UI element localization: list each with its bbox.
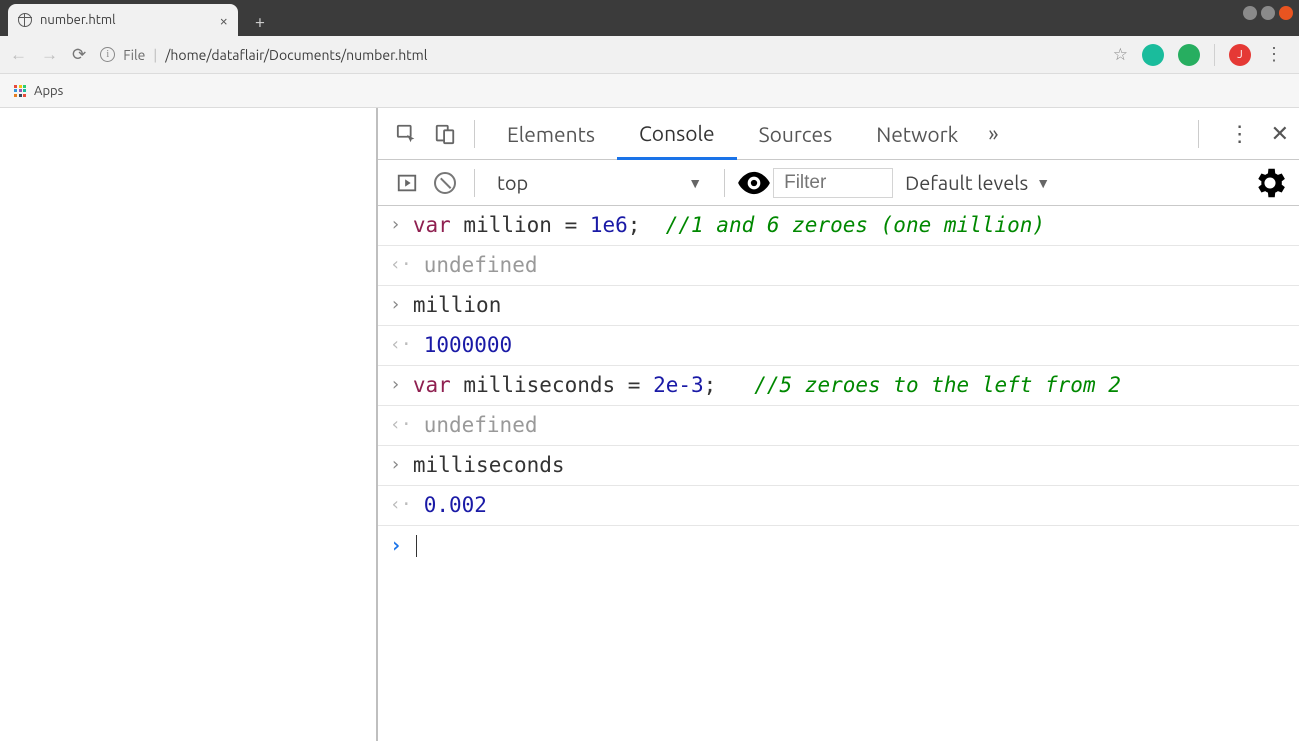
filter-input[interactable] xyxy=(773,168,893,198)
back-button[interactable]: ← xyxy=(10,45,27,65)
show-console-sidebar-icon[interactable] xyxy=(388,165,426,201)
url-field[interactable]: i File | /home/dataflair/Documents/numbe… xyxy=(100,47,1099,63)
tab-network[interactable]: Network xyxy=(854,108,980,160)
output-chevron-icon: ‹· xyxy=(390,251,412,278)
code-line: var milliseconds = 2e-3; //5 zeroes to t… xyxy=(413,371,1121,399)
page-viewport xyxy=(0,108,378,741)
output-chevron-icon: ‹· xyxy=(390,331,412,358)
levels-label: Default levels xyxy=(905,171,1028,194)
forward-button[interactable]: → xyxy=(41,45,58,65)
output-value: 0.002 xyxy=(424,491,487,519)
tab-elements[interactable]: Elements xyxy=(485,108,617,160)
browser-menu-icon[interactable]: ⋮ xyxy=(1265,44,1283,65)
url-path: /home/dataflair/Documents/number.html xyxy=(165,47,427,63)
workspace: Elements Console Sources Network » ⋮ ✕ xyxy=(0,108,1299,741)
console-input[interactable] xyxy=(414,531,417,559)
window-minimize-icon[interactable] xyxy=(1243,6,1257,20)
more-tabs-icon[interactable]: » xyxy=(988,121,998,146)
inspect-element-icon[interactable] xyxy=(388,116,426,152)
tab-title: number.html xyxy=(40,13,116,27)
divider xyxy=(474,120,475,148)
toolbar-separator xyxy=(1214,44,1215,66)
divider xyxy=(724,169,725,197)
live-expression-eye-icon[interactable] xyxy=(735,165,773,201)
tab-console[interactable]: Console xyxy=(617,108,737,160)
console-output[interactable]: › var million = 1e6; //1 and 6 zeroes (o… xyxy=(378,206,1299,741)
code-line: milliseconds xyxy=(413,451,565,479)
extension-grammarly-icon[interactable] xyxy=(1142,44,1164,66)
apps-label[interactable]: Apps xyxy=(34,84,63,98)
profile-avatar[interactable]: J xyxy=(1229,44,1251,66)
console-output-row: ‹· undefined xyxy=(378,406,1299,446)
input-chevron-icon: › xyxy=(390,451,401,478)
input-chevron-icon: › xyxy=(390,291,401,318)
divider xyxy=(1198,120,1199,148)
devtools-tabbar: Elements Console Sources Network » ⋮ ✕ xyxy=(378,108,1299,160)
console-prompt-row[interactable]: › xyxy=(378,526,1299,565)
window-controls xyxy=(1243,6,1293,20)
console-input-row: › var milliseconds = 2e-3; //5 zeroes to… xyxy=(378,366,1299,406)
output-value: undefined xyxy=(424,251,538,279)
clear-console-icon[interactable] xyxy=(426,165,464,201)
console-input-row: › milliseconds xyxy=(378,446,1299,486)
console-toolbar: top ▼ Default levels ▼ xyxy=(378,160,1299,206)
device-toolbar-icon[interactable] xyxy=(426,116,464,152)
output-chevron-icon: ‹· xyxy=(390,491,412,518)
reload-button[interactable]: ⟳ xyxy=(72,45,86,65)
code-line: million xyxy=(413,291,502,319)
new-tab-button[interactable]: + xyxy=(246,8,274,36)
apps-icon[interactable] xyxy=(14,85,26,97)
toolbar-right: ☆ J ⋮ xyxy=(1113,44,1289,66)
console-settings-gear-icon[interactable] xyxy=(1251,165,1289,201)
devtools-close-icon[interactable]: ✕ xyxy=(1271,121,1289,147)
console-output-row: ‹· 0.002 xyxy=(378,486,1299,526)
execution-context-select[interactable]: top ▼ xyxy=(485,171,714,194)
code-line: var million = 1e6; //1 and 6 zeroes (one… xyxy=(413,211,1045,239)
console-input-row: › million xyxy=(378,286,1299,326)
devtools-panel: Elements Console Sources Network » ⋮ ✕ xyxy=(378,108,1299,741)
output-value: undefined xyxy=(424,411,538,439)
input-chevron-icon: › xyxy=(390,531,402,558)
bookmark-star-icon[interactable]: ☆ xyxy=(1113,45,1128,65)
close-tab-icon[interactable]: × xyxy=(220,12,228,29)
input-chevron-icon: › xyxy=(390,211,401,238)
url-scheme: File xyxy=(123,47,145,63)
dropdown-icon: ▼ xyxy=(688,175,702,191)
browser-tabbar: number.html × + xyxy=(0,0,1299,36)
devtools-menu-icon[interactable]: ⋮ xyxy=(1229,121,1251,147)
browser-tab[interactable]: number.html × xyxy=(8,4,238,36)
input-chevron-icon: › xyxy=(390,371,401,398)
address-bar: ← → ⟳ i File | /home/dataflair/Documents… xyxy=(0,36,1299,74)
bookmarks-bar: Apps xyxy=(0,74,1299,108)
output-chevron-icon: ‹· xyxy=(390,411,412,438)
url-separator: | xyxy=(153,47,157,63)
window-close-icon[interactable] xyxy=(1279,6,1293,20)
info-icon[interactable]: i xyxy=(100,47,115,62)
dropdown-icon: ▼ xyxy=(1036,175,1050,191)
log-levels-select[interactable]: Default levels ▼ xyxy=(893,171,1062,194)
output-value: 1000000 xyxy=(424,331,513,359)
console-output-row: ‹· 1000000 xyxy=(378,326,1299,366)
console-input-row: › var million = 1e6; //1 and 6 zeroes (o… xyxy=(378,206,1299,246)
extension-green-icon[interactable] xyxy=(1178,44,1200,66)
context-label: top xyxy=(497,171,528,194)
tab-sources[interactable]: Sources xyxy=(737,108,855,160)
globe-icon xyxy=(18,13,32,27)
divider xyxy=(474,169,475,197)
console-output-row: ‹· undefined xyxy=(378,246,1299,286)
window-maximize-icon[interactable] xyxy=(1261,6,1275,20)
